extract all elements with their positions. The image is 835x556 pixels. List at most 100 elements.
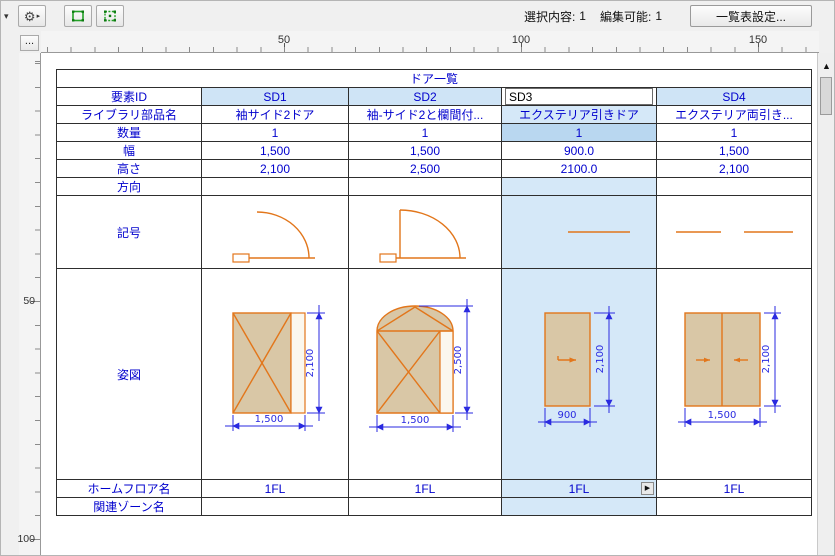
cell-zone-sd3[interactable] <box>501 497 657 516</box>
scrollbar-thumb[interactable] <box>820 77 832 115</box>
selection-status: 選択内容: 1 編集可能: 1 <box>524 8 662 25</box>
row-element-id: 要素ID SD1 SD2 SD4 <box>56 87 813 106</box>
cell-elevation-sd2[interactable]: 1,500 2,500 <box>348 268 502 480</box>
cell-quantity-sd4[interactable]: 1 <box>655 123 813 142</box>
cell-quantity-sd3[interactable]: 1 <box>501 123 657 142</box>
cell-element-id-sd1[interactable]: SD1 <box>201 87 349 106</box>
ruler-tick <box>521 43 522 52</box>
cell-library-sd1[interactable]: 袖サイド2ドア <box>201 105 349 124</box>
row-label-element-id: 要素ID <box>56 87 202 106</box>
horizontal-ruler: 50 100 150 <box>41 31 819 53</box>
cell-symbol-sd1[interactable] <box>201 195 349 269</box>
row-height: 高さ 2,100 2,500 2100.0 2,100 <box>56 159 813 178</box>
cell-quantity-sd2[interactable]: 1 <box>348 123 502 142</box>
cell-library-sd2[interactable]: 袖-サイド2と欄間付... <box>348 105 502 124</box>
cell-element-id-sd3[interactable] <box>501 87 657 106</box>
cell-width-sd1[interactable]: 1,500 <box>201 141 349 160</box>
row-label-zone: 関連ゾーン名 <box>56 497 202 516</box>
door-elevation-sd4: 1,500 2,100 <box>678 306 781 427</box>
schedule-window: ▾ ⚙ ▸ 選択内容: 1 編集可能: 1 一覧表設定... ... 50 10… <box>0 0 835 556</box>
row-library-part: ライブラリ部品名 袖サイド2ドア 袖-サイド2と欄間付... エクステリア引きド… <box>56 105 813 124</box>
cell-quantity-sd1[interactable]: 1 <box>201 123 349 142</box>
ruler-tick <box>284 43 285 52</box>
toolbar: ▾ ⚙ ▸ 選択内容: 1 編集可能: 1 一覧表設定... <box>1 1 834 31</box>
cell-direction-sd4[interactable] <box>655 177 813 196</box>
editable-label: 編集可能: <box>599 9 652 24</box>
schedule-canvas[interactable]: ドア一覧 要素ID SD1 SD2 SD4 ライブラリ部品名 袖サイド2ドア 袖… <box>41 53 817 555</box>
door-elevation-sd1: 1,500 2,100 <box>225 305 325 431</box>
row-width: 幅 1,500 1,500 900.0 1,500 <box>56 141 813 160</box>
door-elevation-sd3: 900 2,100 <box>538 306 615 427</box>
row-label-library-part: ライブラリ部品名 <box>56 105 202 124</box>
panel-dropdown-caret[interactable]: ▾ <box>4 11 14 22</box>
cell-width-sd3[interactable]: 900.0 <box>501 141 657 160</box>
cell-zone-sd1[interactable] <box>201 497 349 516</box>
selection-label: 選択内容: <box>523 9 576 24</box>
marquee-icon <box>72 10 84 22</box>
cell-library-sd3[interactable]: エクステリア引きドア <box>501 105 657 124</box>
dim-width-label-sd2: 1,500 <box>401 415 430 426</box>
door-plan-symbol-sd3 <box>568 231 630 233</box>
cell-elevation-sd3[interactable]: 900 2,100 <box>501 268 657 480</box>
dim-width-label-sd1: 1,500 <box>255 414 284 425</box>
row-label-elevation: 姿図 <box>56 268 202 480</box>
cell-library-sd4[interactable]: エクステリア両引き... <box>655 105 813 124</box>
door-elevation-sd2: 1,500 2,500 <box>369 299 473 432</box>
dim-width-label-sd3: 900 <box>557 410 576 421</box>
row-label-home-floor: ホームフロア名 <box>56 479 202 498</box>
cell-symbol-sd4[interactable] <box>655 195 813 269</box>
schedule-settings-gear-button[interactable]: ⚙ ▸ <box>18 5 46 27</box>
ruler-corner: ... <box>19 32 41 53</box>
cell-symbol-sd3[interactable] <box>501 195 657 269</box>
floor-value: 1FL <box>568 481 590 496</box>
cell-zone-sd4[interactable] <box>655 497 813 516</box>
cell-direction-sd1[interactable] <box>201 177 349 196</box>
vertical-ruler: 50 100 <box>17 53 41 555</box>
row-label-quantity: 数量 <box>56 123 202 142</box>
cell-symbol-sd2[interactable] <box>348 195 502 269</box>
cell-floor-sd3[interactable]: 1FL ▶ <box>501 479 657 498</box>
cell-width-sd2[interactable]: 1,500 <box>348 141 502 160</box>
edit-handles-button[interactable] <box>96 5 124 27</box>
edit-handles-icon <box>104 10 116 22</box>
ruler-tick <box>758 43 759 52</box>
cell-elevation-sd1[interactable]: 1,500 2,100 <box>201 268 349 480</box>
dim-height-label-sd2: 2,500 <box>453 346 464 375</box>
row-label-symbol: 記号 <box>56 195 202 269</box>
door-plan-symbol-sd4 <box>676 231 793 233</box>
element-id-input[interactable] <box>505 88 653 105</box>
title-row: ドア一覧 <box>55 69 813 88</box>
schedule-scheme-settings-button[interactable]: 一覧表設定... <box>690 5 812 27</box>
cell-element-id-sd2[interactable]: SD2 <box>348 87 502 106</box>
dim-height-label-sd3: 2,100 <box>595 345 606 374</box>
cell-height-sd3[interactable]: 2100.0 <box>501 159 657 178</box>
cell-floor-sd1[interactable]: 1FL <box>201 479 349 498</box>
mini-caret-icon: ▸ <box>36 13 41 20</box>
floor-popup-button[interactable]: ▶ <box>641 482 654 495</box>
row-label-height: 高さ <box>56 159 202 178</box>
cell-floor-sd4[interactable]: 1FL <box>655 479 813 498</box>
cell-height-sd2[interactable]: 2,500 <box>348 159 502 178</box>
row-label-direction: 方向 <box>56 177 202 196</box>
cell-direction-sd3[interactable] <box>501 177 657 196</box>
dim-height-label-sd1: 2,100 <box>305 349 316 378</box>
ruler-options-button[interactable]: ... <box>20 35 39 51</box>
door-plan-symbol-sd1 <box>232 211 315 263</box>
vertical-scrollbar[interactable]: ▲ <box>817 53 834 555</box>
editable-count: 1 <box>655 9 662 23</box>
dim-width-label-sd4: 1,500 <box>708 410 737 421</box>
schedule-title: ドア一覧 <box>55 69 813 88</box>
cell-floor-sd2[interactable]: 1FL <box>348 479 502 498</box>
cell-direction-sd2[interactable] <box>348 177 502 196</box>
cell-height-sd1[interactable]: 2,100 <box>201 159 349 178</box>
cell-width-sd4[interactable]: 1,500 <box>655 141 813 160</box>
scroll-up-icon[interactable]: ▲ <box>818 61 834 75</box>
cell-zone-sd2[interactable] <box>348 497 502 516</box>
row-direction: 方向 <box>56 177 813 196</box>
select-marquee-button[interactable] <box>64 5 92 27</box>
cell-elevation-sd4[interactable]: 1,500 2,100 <box>655 268 813 480</box>
cell-element-id-sd4[interactable]: SD4 <box>655 87 813 106</box>
row-zone: 関連ゾーン名 <box>56 497 813 516</box>
ruler-tick <box>31 301 40 302</box>
cell-height-sd4[interactable]: 2,100 <box>655 159 813 178</box>
